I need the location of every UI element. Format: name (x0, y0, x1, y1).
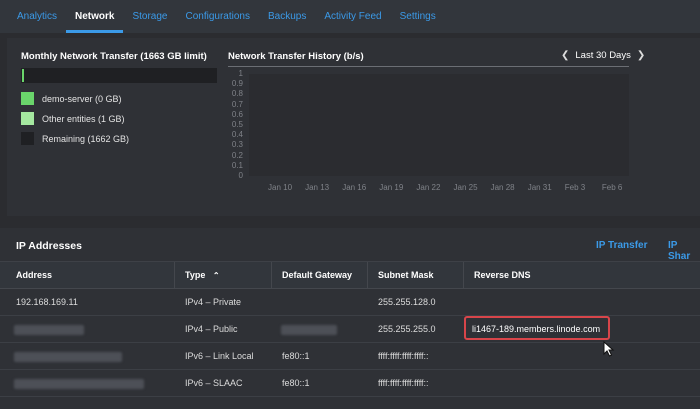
table-row: IPv6 – Link Local fe80::1 ffff:ffff:ffff… (0, 343, 700, 370)
y-tick-label: 0.5 (231, 120, 243, 129)
ip-transfer-link[interactable]: IP Transfer (596, 240, 648, 251)
y-tick-label: 0.1 (231, 160, 243, 170)
y-tick-label: 0.3 (231, 140, 243, 150)
column-divider (367, 262, 368, 289)
table-row: 192.168.169.11 IPv4 – Private 255.255.12… (0, 289, 700, 316)
y-tick-label: 0.4 (231, 130, 243, 140)
y-tick-label: 0.7 (231, 99, 243, 109)
cell-subnet-mask: 255.255.128.0 (378, 297, 436, 307)
chart-plot-area (249, 74, 629, 176)
x-tick-label: Jan 10 (268, 183, 293, 192)
column-header-type-label: Type (185, 270, 206, 280)
column-header-gateway[interactable]: Default Gateway (282, 262, 352, 289)
cell-type: IPv4 – Public (185, 324, 238, 334)
ip-share-link[interactable]: IP Shar (668, 240, 700, 262)
x-tick-label: Jan 19 (379, 183, 404, 192)
chevron-left-icon[interactable]: ❮ (561, 50, 569, 61)
y-tick-label: 0.6 (231, 109, 243, 119)
history-period-nav: ❮ Last 30 Days ❯ (555, 50, 651, 61)
network-transfer-panel: Monthly Network Transfer (1663 GB limit)… (7, 38, 700, 216)
column-header-subnet-mask[interactable]: Subnet Mask (378, 262, 434, 289)
legend-swatch (21, 92, 34, 105)
redacted-address (14, 379, 144, 389)
mouse-pointer-icon (603, 341, 615, 357)
transfer-history-title: Network Transfer History (b/s) (228, 51, 364, 62)
tab-configurations[interactable]: Configurations (177, 0, 259, 33)
x-tick-label: Jan 13 (305, 183, 330, 192)
monthly-transfer-title: Monthly Network Transfer (1663 GB limit) (21, 51, 207, 62)
cell-type: IPv4 – Private (185, 297, 242, 307)
x-tick-label: Jan 16 (342, 183, 367, 192)
column-divider (271, 262, 272, 289)
x-tick-label: Feb 3 (564, 183, 586, 192)
ip-table-header: Address Type ⌃ Default Gateway Subnet Ma… (0, 261, 700, 289)
legend-label: demo-server (0 GB) (42, 93, 122, 104)
legend-label: Remaining (1662 GB) (42, 133, 130, 144)
y-tick-label: 0.2 (231, 150, 243, 160)
y-tick-label: 1 (238, 69, 243, 78)
transfer-usage-bar (21, 68, 217, 83)
ip-addresses-title: IP Addresses (16, 240, 82, 252)
redacted-address (14, 325, 84, 335)
cell-address: 192.168.169.11 (16, 297, 78, 307)
column-divider (174, 262, 175, 289)
legend-swatch (21, 112, 34, 125)
chevron-right-icon[interactable]: ❯ (637, 50, 645, 61)
x-tick-label: Feb 6 (601, 183, 623, 192)
legend-item-remaining: Remaining (1662 GB) (21, 132, 129, 145)
table-row: IPv6 – SLAAC fe80::1 ffff:ffff:ffff:ffff… (0, 370, 700, 397)
redacted-gateway (281, 325, 337, 335)
y-tick-label: 0 (238, 171, 243, 180)
x-tick-label: Jan 31 (527, 183, 552, 192)
legend-item-other-entities: Other entities (1 GB) (21, 112, 129, 125)
cell-type: IPv6 – SLAAC (185, 378, 243, 388)
history-period-label: Last 30 Days (575, 50, 631, 61)
y-tick-label: 0.8 (231, 89, 243, 99)
tab-network[interactable]: Network (66, 0, 124, 33)
legend-swatch (21, 132, 34, 145)
tab-backups[interactable]: Backups (259, 0, 315, 33)
cell-type: IPv6 – Link Local (185, 351, 254, 361)
column-header-reverse-dns[interactable]: Reverse DNS (474, 262, 531, 289)
transfer-usage-fill (22, 69, 24, 82)
column-divider (463, 262, 464, 289)
legend-label: Other entities (1 GB) (42, 113, 125, 124)
tab-storage[interactable]: Storage (123, 0, 176, 33)
chevron-up-icon: ⌃ (212, 271, 220, 280)
reverse-dns-highlight (464, 316, 610, 340)
x-tick-label: Jan 25 (453, 183, 478, 192)
redacted-address (14, 352, 122, 362)
column-header-address[interactable]: Address (16, 262, 52, 289)
cell-subnet-mask: ffff:ffff:ffff:ffff:: (378, 351, 429, 361)
legend-item-demo-server: demo-server (0 GB) (21, 92, 129, 105)
tab-settings[interactable]: Settings (391, 0, 445, 33)
tab-bar: Analytics Network Storage Configurations… (0, 0, 700, 33)
cell-subnet-mask: ffff:ffff:ffff:ffff:: (378, 378, 429, 388)
cell-gateway: fe80::1 (282, 378, 310, 388)
x-tick-label: Jan 22 (416, 183, 441, 192)
x-tick-label: Jan 28 (490, 183, 515, 192)
transfer-legend: demo-server (0 GB) Other entities (1 GB)… (21, 92, 129, 152)
column-header-type[interactable]: Type ⌃ (185, 262, 220, 289)
cell-subnet-mask: 255.255.255.0 (378, 324, 436, 334)
y-tick-label: 0.9 (231, 79, 243, 89)
tab-analytics[interactable]: Analytics (8, 0, 66, 33)
cell-gateway: fe80::1 (282, 351, 310, 361)
tab-activity-feed[interactable]: Activity Feed (315, 0, 390, 33)
history-divider (228, 66, 629, 67)
